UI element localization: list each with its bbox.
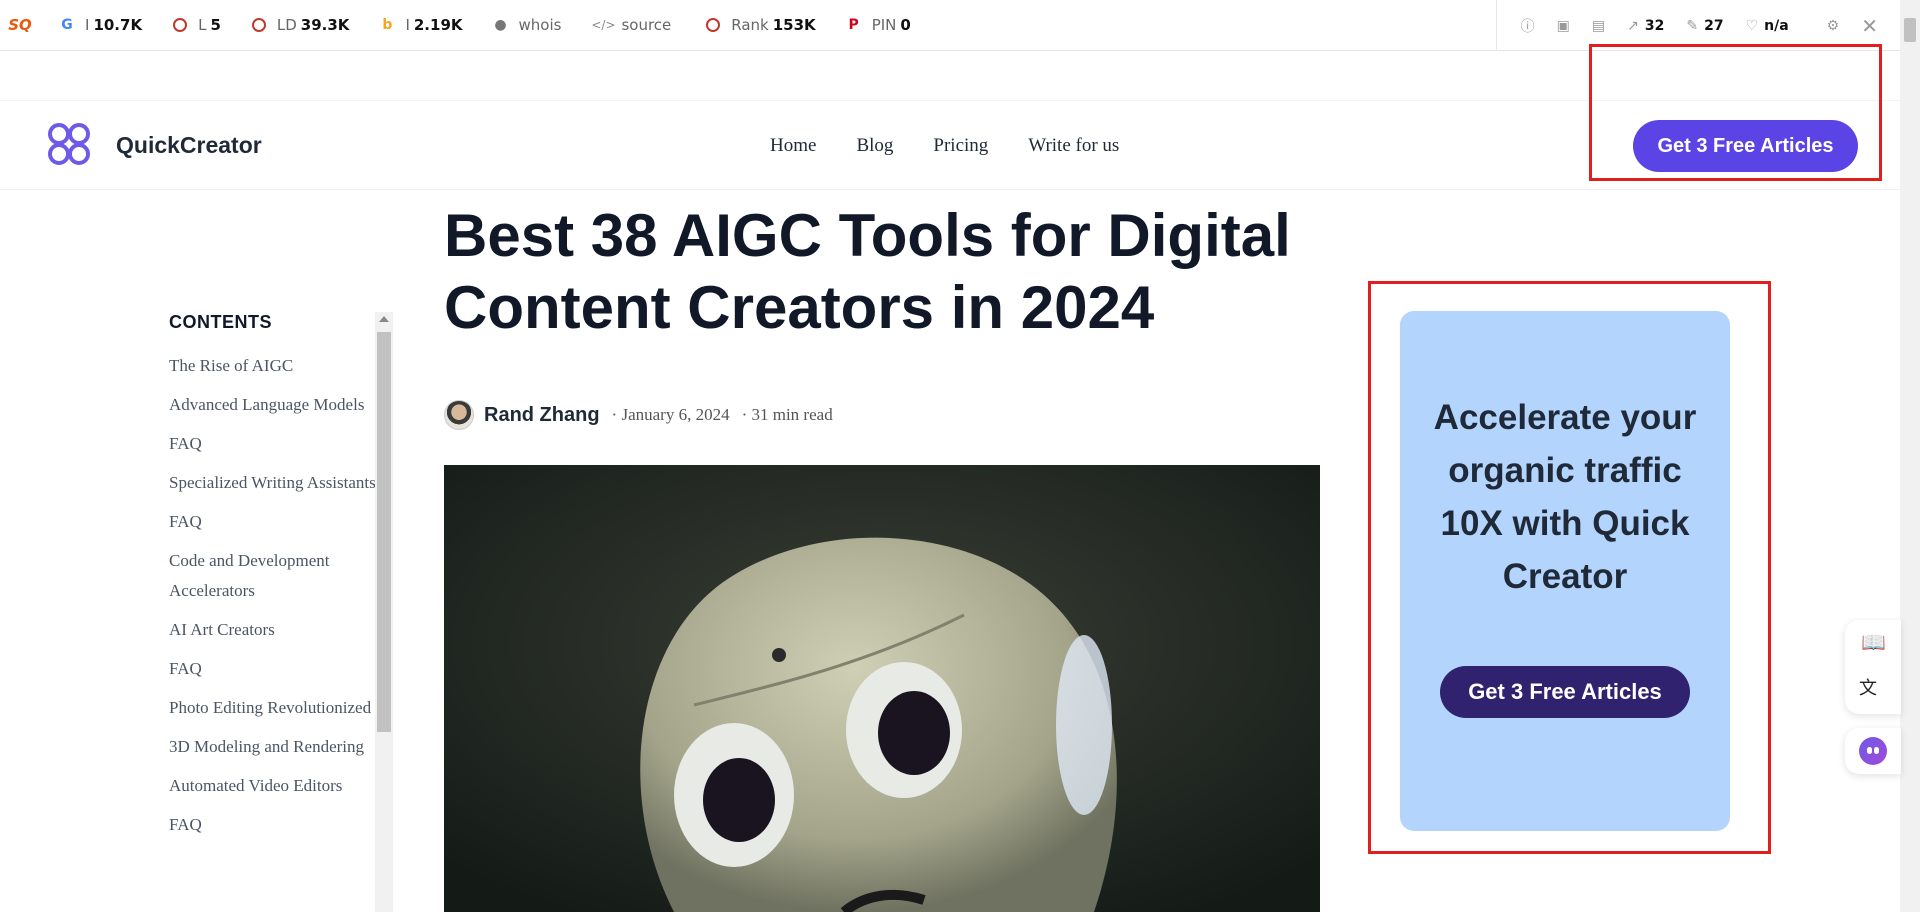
toc-scrollbar-thumb[interactable]: [377, 332, 391, 732]
article-title: Best 38 AIGC Tools for Digital Content C…: [444, 202, 1291, 341]
toc-item[interactable]: The Rise of AIGC: [169, 351, 379, 381]
metric-links[interactable]: L 5: [172, 16, 221, 34]
external-link-icon: ↗: [1627, 17, 1639, 34]
circle-icon: [251, 17, 267, 33]
toc-list: The Rise of AIGC Advanced Language Model…: [169, 351, 394, 840]
assistant-icon: [1859, 737, 1887, 765]
toc-item[interactable]: Photo Editing Revolutionized: [169, 693, 379, 723]
nav-write-for-us[interactable]: Write for us: [1028, 135, 1119, 157]
read-time: · 31 min read: [741, 405, 833, 424]
toc-item[interactable]: FAQ: [169, 429, 379, 459]
metric-bing-index[interactable]: b I 2.19K: [379, 16, 462, 34]
brand-link[interactable]: QuickCreator: [48, 123, 262, 167]
toc-item[interactable]: FAQ: [169, 654, 379, 684]
chart-icon[interactable]: ▤: [1592, 18, 1605, 34]
promo-headline: Accelerate your organic traffic 10X with…: [1433, 398, 1697, 596]
page-scrollbar-thumb[interactable]: [1904, 18, 1916, 42]
code-icon: </>: [591, 18, 616, 32]
highlight-box-header-cta: [1589, 44, 1882, 181]
external-links-metric[interactable]: ↗ 32: [1627, 18, 1664, 34]
internal-links-metric[interactable]: ✎ 27: [1686, 18, 1723, 34]
promo-card: Accelerate your organic traffic 10X with…: [1400, 311, 1730, 831]
circle-icon: [172, 17, 188, 33]
circle-icon: [705, 17, 721, 33]
seo-extension-logo-icon[interactable]: SQ: [8, 14, 32, 36]
metric-pinterest[interactable]: P PIN 0: [846, 16, 911, 34]
toc-item[interactable]: Code and Development Accelerators: [169, 546, 379, 606]
toc-item[interactable]: FAQ: [169, 507, 379, 537]
floating-tools: 📖 文: [1845, 620, 1901, 714]
pinterest-icon: P: [848, 17, 859, 33]
table-of-contents: CONTENTS The Rise of AIGC Advanced Langu…: [169, 312, 394, 849]
close-icon[interactable]: ✕: [1861, 14, 1878, 38]
author-name[interactable]: Rand Zhang: [484, 404, 600, 427]
bing-icon: b: [382, 17, 393, 33]
gear-icon[interactable]: ⚙: [1827, 18, 1840, 34]
source-link[interactable]: </> source: [591, 16, 675, 34]
info-icon[interactable]: ⓘ: [1521, 16, 1535, 36]
edit-icon: ✎: [1686, 17, 1699, 34]
quickcreator-logo-icon: [48, 123, 92, 167]
health-metric[interactable]: ♡ n/a: [1746, 18, 1789, 34]
nav-blog[interactable]: Blog: [856, 135, 893, 157]
person-icon: ●: [494, 17, 507, 33]
assistant-widget[interactable]: [1845, 728, 1901, 774]
promo-cta-button[interactable]: Get 3 Free Articles: [1440, 666, 1690, 718]
page-scrollbar[interactable]: [1900, 0, 1920, 912]
nav-pricing[interactable]: Pricing: [933, 135, 988, 157]
publish-date: · January 6, 2024: [611, 405, 730, 424]
metric-rank[interactable]: Rank 153K: [705, 16, 816, 34]
main-nav: Home Blog Pricing Write for us: [770, 135, 1159, 157]
toc-item[interactable]: 3D Modeling and Rendering: [169, 732, 379, 762]
whois-link[interactable]: ● whois: [493, 16, 566, 34]
toc-item[interactable]: FAQ: [169, 810, 379, 840]
article-byline: Rand Zhang · January 6, 2024 · 31 min re…: [444, 400, 833, 430]
author-avatar[interactable]: [444, 400, 474, 430]
google-icon: G: [61, 17, 73, 33]
toc-scrollbar[interactable]: [375, 312, 393, 912]
metric-google-index[interactable]: G I 10.7K: [59, 16, 142, 34]
monitor-icon[interactable]: ▣: [1557, 18, 1570, 34]
toc-item[interactable]: Automated Video Editors: [169, 771, 379, 801]
toc-item[interactable]: AI Art Creators: [169, 615, 379, 645]
brand-name: QuickCreator: [116, 131, 262, 158]
toc-item[interactable]: Advanced Language Models: [169, 390, 379, 420]
nav-home[interactable]: Home: [770, 135, 816, 157]
scroll-up-arrow-icon[interactable]: [379, 316, 389, 322]
hero-image: [444, 465, 1320, 912]
toc-title: CONTENTS: [169, 312, 272, 332]
heart-icon: ♡: [1745, 17, 1759, 34]
translate-icon[interactable]: 文: [1859, 674, 1877, 700]
book-icon[interactable]: 📖: [1861, 630, 1886, 655]
toc-item[interactable]: Specialized Writing Assistants: [169, 468, 379, 498]
metric-linking-domains[interactable]: LD 39.3K: [251, 16, 349, 34]
